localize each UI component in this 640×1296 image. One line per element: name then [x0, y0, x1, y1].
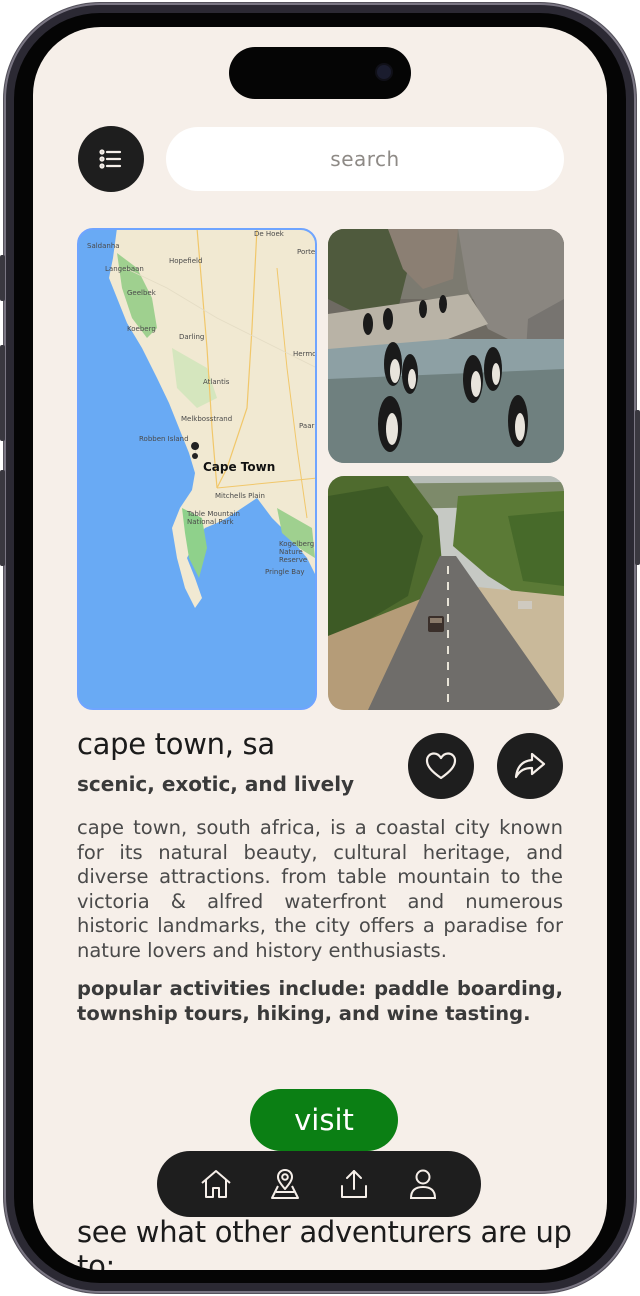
- search-placeholder: search: [330, 147, 400, 171]
- map-label: Mitchells Plain: [215, 492, 265, 500]
- app-screen: search Saldanha Hopefield Langebaan Geel…: [33, 27, 607, 1270]
- nav-profile[interactable]: [403, 1164, 443, 1204]
- map-pin-icon: [270, 1169, 299, 1199]
- map-label: Koeberg: [127, 325, 156, 333]
- map-label: Kogelberg Nature Reserve: [279, 540, 315, 564]
- dynamic-island: [229, 47, 411, 99]
- map-label: Pringle Bay: [265, 568, 305, 576]
- map-label: Geelbek: [127, 289, 156, 297]
- destination-title: cape town, sa: [77, 727, 275, 761]
- map-label: Porterville: [297, 248, 316, 256]
- heart-icon: [425, 752, 457, 780]
- map-label: Paarl: [299, 422, 317, 430]
- menu-button[interactable]: [78, 126, 144, 192]
- search-input[interactable]: search: [166, 127, 564, 191]
- like-button[interactable]: [408, 733, 474, 799]
- front-camera: [377, 65, 391, 79]
- map-label: Saldanha: [87, 242, 120, 250]
- map-thumbnail[interactable]: Saldanha Hopefield Langebaan Geelbek Koe…: [77, 228, 317, 710]
- profile-icon: [409, 1169, 436, 1199]
- share-button[interactable]: [497, 733, 563, 799]
- volume-down-button: [0, 470, 5, 566]
- map-label: Hermon: [293, 350, 317, 358]
- penguins-photo[interactable]: [328, 229, 564, 463]
- map-pin-label: Cape Town: [203, 460, 276, 474]
- map-label: Table Mountain National Park: [187, 510, 240, 526]
- map-label: Darling: [179, 333, 205, 341]
- popular-activities: popular activities include: paddle board…: [77, 977, 563, 1025]
- map-label: Langebaan: [105, 265, 144, 273]
- destination-description: cape town, south africa, is a coastal ci…: [77, 816, 563, 962]
- power-button: [635, 410, 640, 565]
- share-upload-icon: [340, 1170, 367, 1198]
- road-image: [328, 476, 564, 710]
- visit-button[interactable]: visit: [250, 1089, 398, 1151]
- bottom-nav: [157, 1151, 481, 1217]
- action-button: [0, 255, 5, 301]
- volume-up-button: [0, 345, 5, 441]
- penguins-image: [328, 229, 564, 463]
- nav-map[interactable]: [265, 1164, 305, 1204]
- home-icon: [200, 1170, 231, 1198]
- road-photo[interactable]: [328, 476, 564, 710]
- nav-home[interactable]: [196, 1164, 236, 1204]
- list-menu-icon: [99, 149, 122, 169]
- map-label: Robben Island: [139, 435, 189, 443]
- map-label: Melkbosstrand: [181, 415, 233, 423]
- share-arrow-icon: [514, 752, 546, 779]
- destination-subtitle: scenic, exotic, and lively: [77, 772, 355, 796]
- map-label: De Hoek: [254, 230, 284, 238]
- feed-heading: see what other adventurers are up to:: [77, 1215, 572, 1270]
- nav-upload[interactable]: [334, 1164, 374, 1204]
- map-label: Hopefield: [169, 257, 203, 265]
- map-image: [79, 230, 315, 708]
- map-label: Atlantis: [203, 378, 230, 386]
